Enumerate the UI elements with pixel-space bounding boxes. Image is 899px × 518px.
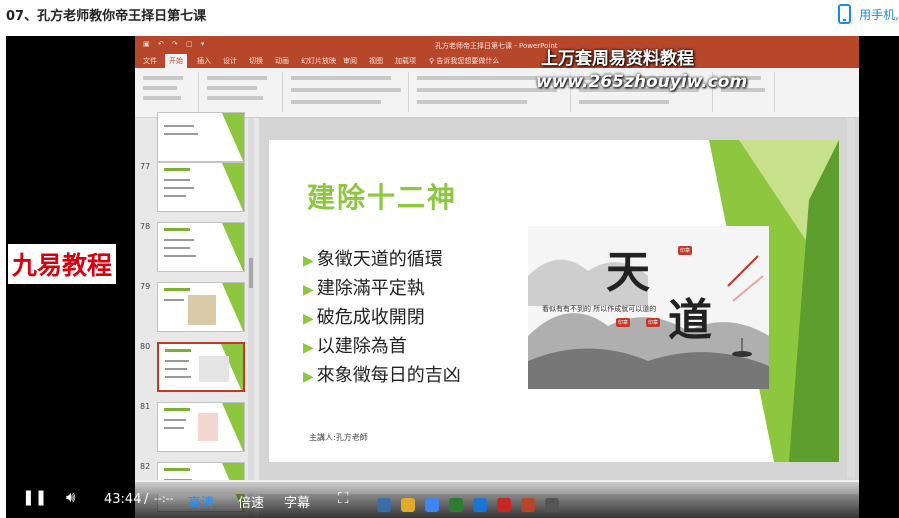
tab-design: 设计 <box>223 57 237 65</box>
scrollbar-thumb[interactable] <box>249 258 253 288</box>
slide-thumbnail-pane: 77 78 79 80 81 82 <box>135 112 259 518</box>
page-title: 07、孔方老师教你帝王择日第七课 <box>6 9 207 24</box>
tab-slideshow: 幻灯片放映 <box>301 57 336 65</box>
tiandao-ink-painting: 天 道 印章 看似有有不到的 所以作成就可以道的 印章 印章 <box>528 226 769 389</box>
watermark-url: www.265zhouyiw.com <box>536 72 748 92</box>
tab-insert: 插入 <box>197 57 211 65</box>
ppt-ribbon-tabs: 文件 开始 插入 设计 切换 动画 幻灯片放映 审阅 视图 加载项 ♀ 告诉我您… <box>135 54 859 68</box>
slide-thumbnail[interactable] <box>157 282 245 332</box>
ribbon-group-clipboard <box>139 72 199 112</box>
quick-access-icons: ▣ ↶ ↷ ▢ ▾ <box>143 40 208 48</box>
tab-transitions: 切换 <box>249 57 263 65</box>
taskbar-app-icon <box>425 498 439 512</box>
bullet-arrow-icon: ▶ <box>303 369 314 385</box>
slide-scrollbar[interactable] <box>847 118 855 478</box>
taskbar-app-icon <box>545 498 559 512</box>
art-character-tian: 天 <box>606 247 650 298</box>
taskbar-app-icon <box>377 498 391 512</box>
art-seal-mid-1: 印章 <box>616 318 631 327</box>
bullet-item: ▶ 象徵天道的循環 <box>303 249 443 270</box>
taskbar-app-icon <box>473 498 487 512</box>
tab-view: 视图 <box>369 57 383 65</box>
tab-home: 开始 <box>165 54 187 68</box>
thumbnail-number: 80 <box>140 342 151 351</box>
bullet-item: ▶ 來象徵每日的吉凶 <box>303 365 461 386</box>
video-player[interactable]: ▣ ↶ ↷ ▢ ▾ 孔方老师帝王择日第七课 - PowerPoint 文件 开始… <box>6 36 899 518</box>
art-seal-mid-2: 印章 <box>646 318 661 327</box>
bullet-arrow-icon: ▶ <box>303 253 314 269</box>
duration: --:-- <box>154 492 174 505</box>
thumbnail-number: 81 <box>140 402 151 411</box>
thumbnail-number: 79 <box>140 282 151 291</box>
watermark-left: 九易教程 <box>8 244 117 284</box>
slide-thumbnail[interactable] <box>157 402 245 452</box>
ribbon-group-slides <box>201 72 283 112</box>
taskbar-app-icon <box>401 498 415 512</box>
bullet-arrow-icon: ▶ <box>303 282 314 298</box>
slide-thumbnail-selected[interactable] <box>157 342 245 392</box>
bullet-arrow-icon: ▶ <box>303 340 314 356</box>
current-slide: 建除十二神 ▶ 象徵天道的循環 ▶ 建除滿平定執 ▶ 破危成收開閉 ▶ 以建除為首 ▶ 來… <box>269 140 839 462</box>
taskbar-app-icon <box>521 498 535 512</box>
slide-thumbnail[interactable] <box>157 222 245 272</box>
subtitle-button[interactable]: 字幕 <box>284 492 310 511</box>
volume-button[interactable]: 🔊︎ <box>66 488 75 506</box>
top-bar: 07、孔方老师教你帝王择日第七课 用手机, <box>0 0 899 32</box>
art-character-dao: 道 <box>668 295 712 346</box>
slide-bullet-list: ▶ 象徵天道的循環 ▶ 建除滿平定執 ▶ 破危成收開閉 ▶ 以建除為首 ▶ 來象徵每日的吉… <box>303 245 461 390</box>
ppt-title-bar: ▣ ↶ ↷ ▢ ▾ 孔方老师帝王择日第七课 - PowerPoint <box>135 36 859 54</box>
slide-thumbnail[interactable] <box>157 162 245 212</box>
quality-button[interactable]: 高清 <box>188 492 214 511</box>
tab-review: 审阅 <box>343 57 357 65</box>
bullet-item: ▶ 以建除為首 <box>303 336 407 357</box>
thumbnail-number: 82 <box>140 462 151 471</box>
ribbon-group-font <box>285 72 409 112</box>
pause-button[interactable]: ❚❚ <box>22 488 47 506</box>
tab-tell-me: ♀ 告诉我您想要做什么 <box>429 57 500 65</box>
tab-addins: 加载项 <box>395 57 416 65</box>
ppt-ribbon <box>135 68 859 118</box>
background-taskbar <box>341 490 861 518</box>
bullet-item: ▶ 破危成收開閉 <box>303 307 425 328</box>
taskbar-app-icon <box>449 498 463 512</box>
page: 07、孔方老师教你帝王择日第七课 用手机, ▣ ↶ ↷ ▢ ▾ 孔方老师帝王择日… <box>0 0 899 518</box>
bullet-item: ▶ 建除滿平定執 <box>303 278 425 299</box>
powerpoint-window: ▣ ↶ ↷ ▢ ▾ 孔方老师帝王择日第七课 - PowerPoint 文件 开始… <box>135 36 859 518</box>
art-seal-top: 印章 <box>678 246 693 255</box>
time-separator: / <box>144 492 149 507</box>
slide-footer: 主講人:孔方老師 <box>309 433 368 442</box>
phone-watch-link[interactable]: 用手机, <box>838 4 899 24</box>
thumbnail-number: 78 <box>140 222 151 231</box>
slide-thumbnail[interactable] <box>157 112 245 162</box>
slide-title: 建除十二神 <box>307 181 458 214</box>
speaker-icon: 🔊︎ <box>66 488 76 506</box>
speed-button[interactable]: 倍速 <box>238 492 264 511</box>
slide-edit-area: 建除十二神 ▶ 象徵天道的循環 ▶ 建除滿平定執 ▶ 破危成收開閉 ▶ 以建除為首 ▶ 來… <box>259 118 859 518</box>
tab-file: 文件 <box>143 57 157 65</box>
art-calligraphy-line: 看似有有不到的 所以作成就可以道的 <box>542 305 657 313</box>
current-time: 43:44 <box>104 492 142 507</box>
thumbnail-scrollbar[interactable] <box>248 118 254 518</box>
phone-label: 用手机, <box>859 7 899 22</box>
thumbnail-number: 77 <box>140 162 151 171</box>
ppt-window-title: 孔方老师帝王择日第七课 - PowerPoint <box>435 42 558 50</box>
phone-icon <box>838 4 852 24</box>
taskbar-app-icon <box>497 498 511 512</box>
bullet-arrow-icon: ▶ <box>303 311 314 327</box>
tab-animations: 动画 <box>275 57 289 65</box>
watermark-top: 上万套周易资料教程 <box>541 49 694 69</box>
